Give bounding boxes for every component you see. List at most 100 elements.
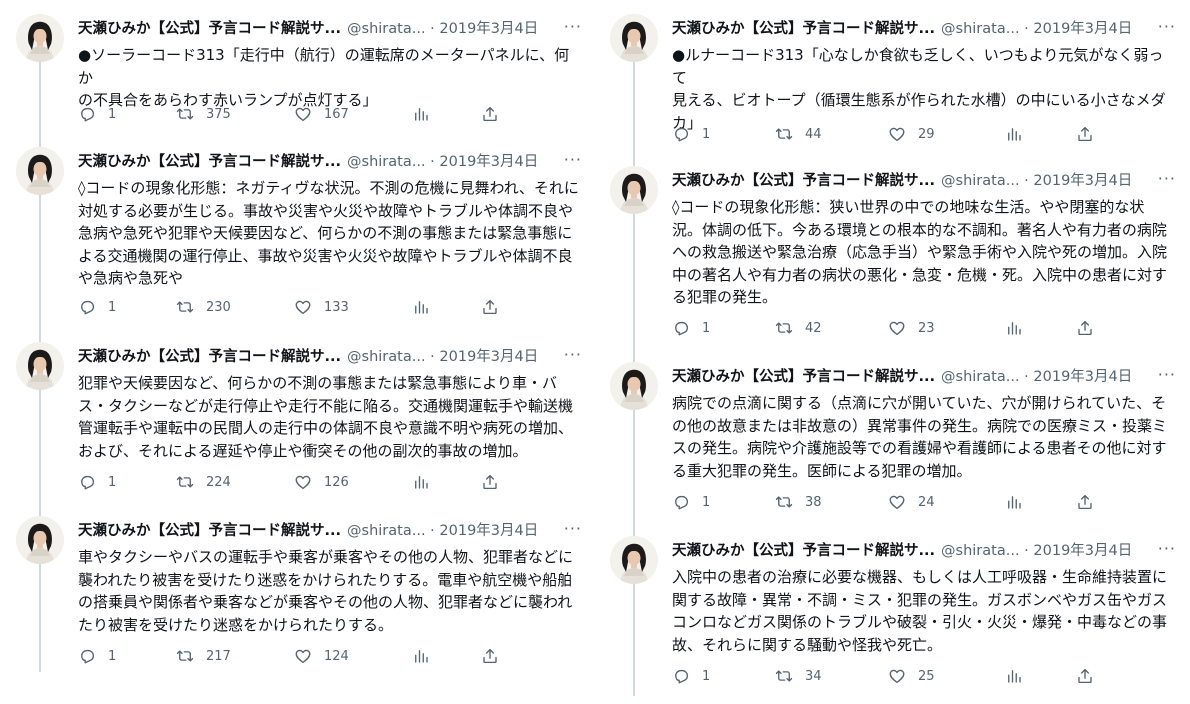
retweet-button[interactable]: 38 [775, 492, 822, 512]
retweet-button[interactable]: 375 [176, 104, 231, 124]
retweet-icon [775, 667, 793, 685]
tweet[interactable]: 天瀬ひみか【公式】予言コード解説サ... @shirata... · 2019年3… [610, 166, 1176, 346]
share-button[interactable] [1076, 666, 1094, 686]
retweet-icon [775, 493, 793, 511]
avatar[interactable] [16, 147, 64, 195]
tweet[interactable]: 天瀬ひみか【公式】予言コード解説サ... @shirata... · 2019年3… [16, 14, 582, 134]
tweet-date[interactable]: · 2019年3月4日 [1024, 173, 1132, 189]
reply-button[interactable]: 1 [672, 318, 710, 338]
analytics-button[interactable] [412, 646, 430, 666]
author-name[interactable]: 天瀬ひみか【公式】予言コード解説サ... [78, 154, 341, 170]
reply-button[interactable]: 1 [78, 297, 116, 317]
tweet-text-line: ス・タクシーなどが走行停止や走行不能に陥る。交通機関運転手や輸送機 [78, 396, 574, 415]
avatar[interactable] [610, 536, 658, 584]
author-name[interactable]: 天瀬ひみか【公式】予言コード解説サ... [672, 173, 935, 189]
heart-icon [888, 667, 906, 685]
tweet[interactable]: 天瀬ひみか【公式】予言コード解説サ... @shirata... · 2019年3… [16, 516, 582, 676]
tweet-date[interactable]: · 2019年3月4日 [1024, 369, 1132, 385]
tweet[interactable]: 天瀬ひみか【公式】予言コード解説サ... @shirata... · 2019年3… [16, 342, 582, 502]
avatar[interactable] [16, 516, 64, 564]
heart-icon [888, 493, 906, 511]
more-icon[interactable]: ··· [564, 520, 582, 538]
tweet-date[interactable]: · 2019年3月4日 [1024, 543, 1132, 559]
tweet[interactable]: 天瀬ひみか【公式】予言コード解説サ... @shirata... · 2019年3… [610, 536, 1176, 696]
author-handle[interactable]: @shirata... [347, 523, 426, 539]
retweet-button[interactable]: 230 [176, 297, 231, 317]
heart-icon [294, 473, 312, 491]
tweet[interactable]: 天瀬ひみか【公式】予言コード解説サ... @shirata... · 2019年3… [16, 147, 582, 327]
more-icon[interactable]: ··· [1158, 170, 1176, 188]
reply-button[interactable]: 1 [78, 646, 116, 666]
author-handle[interactable]: @shirata... [347, 349, 426, 365]
author-name[interactable]: 天瀬ひみか【公式】予言コード解説サ... [78, 523, 341, 539]
retweet-button[interactable]: 42 [775, 318, 822, 338]
analytics-button[interactable] [1005, 666, 1023, 686]
reply-button[interactable]: 1 [672, 124, 710, 144]
tweet[interactable]: 天瀬ひみか【公式】予言コード解説サ... @shirata... · 2019年3… [610, 362, 1176, 522]
like-button[interactable]: 133 [294, 297, 349, 317]
tweet-date[interactable]: · 2019年3月4日 [1024, 21, 1132, 37]
tweet[interactable]: 天瀬ひみか【公式】予言コード解説サ... @shirata... · 2019年3… [610, 14, 1176, 158]
more-icon[interactable]: ··· [564, 151, 582, 169]
share-button[interactable] [1076, 318, 1094, 338]
tweet-date[interactable]: · 2019年3月4日 [430, 349, 538, 365]
analytics-button[interactable] [1005, 124, 1023, 144]
author-name[interactable]: 天瀬ひみか【公式】予言コード解説サ... [78, 349, 341, 365]
more-icon[interactable]: ··· [1158, 366, 1176, 384]
tweet-date[interactable]: · 2019年3月4日 [430, 523, 538, 539]
share-button[interactable] [481, 472, 499, 492]
share-icon [481, 647, 499, 665]
retweet-count: 217 [206, 648, 231, 664]
author-handle[interactable]: @shirata... [941, 173, 1020, 189]
author-handle[interactable]: @shirata... [941, 369, 1020, 385]
like-button[interactable]: 23 [888, 318, 935, 338]
tweet-date[interactable]: · 2019年3月4日 [430, 21, 538, 37]
more-icon[interactable]: ··· [564, 18, 582, 36]
share-button[interactable] [1076, 124, 1094, 144]
analytics-button[interactable] [412, 297, 430, 317]
reply-button[interactable]: 1 [78, 472, 116, 492]
avatar[interactable] [16, 14, 64, 62]
reply-button[interactable]: 1 [78, 104, 116, 124]
author-name[interactable]: 天瀬ひみか【公式】予言コード解説サ... [672, 543, 935, 559]
like-button[interactable]: 126 [294, 472, 349, 492]
author-handle[interactable]: @shirata... [347, 21, 426, 37]
author-name[interactable]: 天瀬ひみか【公式】予言コード解説サ... [672, 21, 935, 37]
reply-button[interactable]: 1 [672, 492, 710, 512]
avatar[interactable] [610, 166, 658, 214]
author-handle[interactable]: @shirata... [941, 21, 1020, 37]
reply-button[interactable]: 1 [672, 666, 710, 686]
avatar[interactable] [610, 14, 658, 62]
more-icon[interactable]: ··· [1158, 18, 1176, 36]
analytics-button[interactable] [412, 472, 430, 492]
retweet-button[interactable]: 224 [176, 472, 231, 492]
analytics-button[interactable] [412, 104, 430, 124]
tweet-text-line: 関する故障・異常・不調・ミス・犯罪の発生。ガスボンベやガス缶やガス [672, 590, 1168, 609]
retweet-button[interactable]: 44 [775, 124, 822, 144]
avatar[interactable] [610, 362, 658, 410]
author-handle[interactable]: @shirata... [347, 154, 426, 170]
analytics-button[interactable] [1005, 492, 1023, 512]
retweet-button[interactable]: 217 [176, 646, 231, 666]
retweet-button[interactable]: 34 [775, 666, 822, 686]
more-icon[interactable]: ··· [564, 346, 582, 364]
share-button[interactable] [481, 297, 499, 317]
author-handle[interactable]: @shirata... [941, 543, 1020, 559]
tweet-text-line: 見える、ビオトープ（循環生態系が作られた水槽）の中にいる小さなメダ [672, 91, 1166, 109]
like-button[interactable]: 167 [294, 104, 349, 124]
tweet-date[interactable]: · 2019年3月4日 [430, 154, 538, 170]
share-button[interactable] [1076, 492, 1094, 512]
like-button[interactable]: 124 [294, 646, 349, 666]
left-column: 天瀬ひみか【公式】予言コード解説サ... @shirata... · 2019年3… [16, 0, 582, 704]
share-button[interactable] [481, 646, 499, 666]
more-icon[interactable]: ··· [1158, 540, 1176, 558]
like-button[interactable]: 25 [888, 666, 935, 686]
share-button[interactable] [481, 104, 499, 124]
author-name[interactable]: 天瀬ひみか【公式】予言コード解説サ... [672, 369, 935, 385]
avatar[interactable] [16, 342, 64, 390]
author-name[interactable]: 天瀬ひみか【公式】予言コード解説サ... [78, 21, 341, 37]
like-button[interactable]: 29 [888, 124, 935, 144]
analytics-button[interactable] [1005, 318, 1023, 338]
reply-count: 1 [702, 320, 711, 336]
like-button[interactable]: 24 [888, 492, 935, 512]
